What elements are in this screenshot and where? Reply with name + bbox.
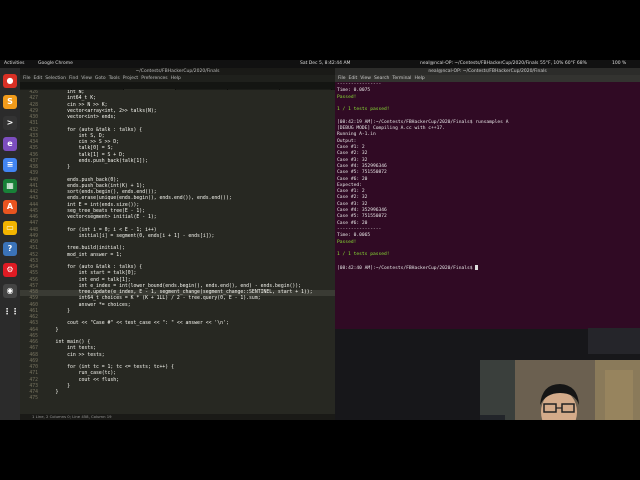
terminal-menu-edit[interactable]: Edit — [349, 76, 358, 81]
code-text: for (auto &talk : talks) { — [44, 265, 143, 270]
battery-indicator[interactable]: 100 % — [612, 60, 626, 68]
sublime-title-bar: ~/Contests/FBHackerCup/2020/Finals — [20, 68, 335, 75]
weather-indicator[interactable]: 55°F, 10% 60°F 68% — [540, 60, 587, 68]
code-text: ends.push_back(int(K) + 1); — [44, 183, 146, 189]
code-text: run_case(tc); — [44, 371, 117, 377]
code-text: } — [44, 390, 59, 395]
code-text: for (int tc = 1; tc <= tests; tc++) { — [44, 365, 174, 370]
sublime-status-bar: 1 Line, 2 Columns 0; Line 458, Column 19 — [20, 414, 335, 420]
code-text: vector<array<int, 2>> talks(N); — [44, 108, 157, 114]
terminal-menu-terminal[interactable]: Terminal — [392, 76, 411, 81]
code-line: 475 — [20, 396, 335, 402]
webcam-overlay — [480, 360, 640, 420]
sublime-icon[interactable]: S — [3, 95, 17, 109]
code-text: int64_t choices = K * (K + 1LL) / 2 - tr… — [44, 296, 261, 302]
code-text: int end = talk[1]; — [44, 277, 131, 283]
software-icon[interactable]: A — [3, 200, 17, 214]
code-text: tree.update(e_index, E - 1, segment_chan… — [44, 290, 313, 295]
menu-item-view[interactable]: View — [81, 76, 92, 81]
code-text: vector<segment> initial(E - 1); — [44, 215, 157, 220]
presentation-icon[interactable]: ▭ — [3, 221, 17, 235]
code-text: int E = int(ends.size()); — [44, 202, 140, 208]
sublime-text-window: ~/Contests/FBHackerCup/2020/Finals File E… — [20, 68, 335, 420]
menu-item-edit[interactable]: Edit — [34, 76, 43, 81]
terminal-menu-help[interactable]: Help — [414, 76, 424, 81]
terminal-menu-file[interactable]: File — [338, 76, 346, 81]
code-text: cout << flush; — [44, 377, 120, 383]
terminal-title-bar: neal@ncal-OP: ~/Contests/FBHackerCup/202… — [335, 68, 640, 75]
menu-item-selection[interactable]: Selection — [45, 76, 66, 81]
code-text: } — [44, 383, 70, 389]
code-text: answer *= choices; — [44, 302, 131, 308]
code-text: int start = talk[0]; — [44, 271, 137, 277]
line-number: 475 — [29, 396, 38, 402]
menu-item-project[interactable]: Project — [123, 76, 138, 81]
terminal-icon[interactable]: > — [3, 116, 17, 130]
code-text: vector<int> ends; — [44, 115, 117, 120]
terminal-menu-bar: File Edit View Search Terminal Help — [335, 75, 640, 82]
desktop-screen: Activities Google Chrome Sat Dec 5, 8:42… — [0, 60, 640, 420]
apps-grid-icon[interactable]: ⋮⋮ — [3, 305, 19, 319]
code-text: sort(ends.begin(), ends.end()); — [44, 190, 157, 195]
secondary-terminal-window[interactable] — [588, 328, 640, 354]
code-editor[interactable]: 426 int N; 427 int64_t K; 428 cin >> N >> … — [20, 90, 335, 414]
code-text: } — [44, 308, 70, 314]
terminal-window: neal@ncal-OP: ~/Contests/FBHackerCup/202… — [335, 68, 640, 329]
terminal-line: [08:42:40 AM]:~/Contests/FBHackerCup/202… — [337, 264, 637, 271]
menu-item-help[interactable]: Help — [171, 76, 181, 81]
sheets-icon[interactable]: ▦ — [3, 179, 17, 193]
code-text: int S, D; — [44, 133, 105, 139]
code-text: int N; — [44, 90, 85, 95]
code-text: seg_tree_beats tree(E - 1); — [44, 208, 146, 214]
menu-item-tools[interactable]: Tools — [109, 76, 120, 81]
code-text: initial[i] = segment(0, ends[i + 1] - en… — [44, 233, 215, 239]
code-text: ends.push_back(0); — [44, 177, 120, 183]
host-label: neal@ncal-OP: ~/Contests/FBHackerCup/202… — [420, 61, 539, 66]
code-text: cin >> S >> D; — [44, 140, 120, 145]
code-text: mod_int answer = 1; — [44, 252, 122, 258]
terminal-cursor — [475, 264, 479, 270]
code-text: cout << "Case #" << test_case << ": " <<… — [44, 321, 229, 327]
code-text: ends.push_back(talk[1]); — [44, 158, 148, 164]
terminal-menu-view[interactable]: View — [360, 76, 371, 81]
obs-icon[interactable]: ◉ — [3, 284, 17, 298]
sublime-menu-bar: File Edit Selection Find View Goto Tools Projec… — [20, 75, 335, 82]
menu-item-preferences[interactable]: Preferences — [141, 76, 167, 81]
activities-button[interactable]: Activities — [4, 60, 25, 68]
code-text: int main() { — [44, 340, 91, 345]
code-text: int tests; — [44, 346, 96, 352]
code-text: cin >> N >> K; — [44, 102, 108, 108]
chrome-icon[interactable]: ● — [3, 74, 17, 88]
docs-icon[interactable]: ≡ — [3, 158, 17, 172]
code-text: for (int i = 0; i < E - 1; i++) — [44, 227, 157, 233]
active-app-label[interactable]: Google Chrome — [38, 60, 73, 68]
terminal-output[interactable]: ---------------- Time: 0.0075 Passed! 1 / 1… — [335, 82, 640, 329]
code-text: ends.erase(unique(ends.begin(), ends.end… — [44, 196, 232, 202]
emacs-icon[interactable]: e — [3, 137, 17, 151]
code-text: tree.build(initial); — [44, 246, 125, 252]
help-icon[interactable]: ? — [3, 242, 17, 256]
menu-item-file[interactable]: File — [23, 76, 31, 81]
sublime-tab-bar: TicketDecimals.ccspectacle_input.ccA.ccA… — [20, 82, 335, 90]
code-text: } — [44, 327, 59, 333]
code-text: talk[0] = S; — [44, 146, 114, 152]
menu-item-find[interactable]: Find — [69, 76, 78, 81]
clock[interactable]: Sat Dec 5, 8:42:44 AM — [300, 60, 350, 68]
code-text: int64_t K; — [44, 96, 96, 102]
code-text: talk[1] = S + D; — [44, 152, 125, 158]
dock: ● S > e ≡ ▦ A ▭? ⚙ ◉ ⋮⋮ — [0, 68, 20, 420]
code-text: int e_index = int(lower_bound(ends.begin… — [44, 283, 302, 289]
terminal-menu-search[interactable]: Search — [374, 76, 389, 81]
code-text: for (auto &talk : talks) { — [44, 127, 143, 133]
menu-item-goto[interactable]: Goto — [95, 76, 106, 81]
settings-icon[interactable]: ⚙ — [3, 263, 17, 277]
code-text: } — [44, 165, 70, 170]
top-bar: Activities Google Chrome Sat Dec 5, 8:42… — [0, 60, 640, 68]
code-text: cin >> tests; — [44, 352, 105, 358]
